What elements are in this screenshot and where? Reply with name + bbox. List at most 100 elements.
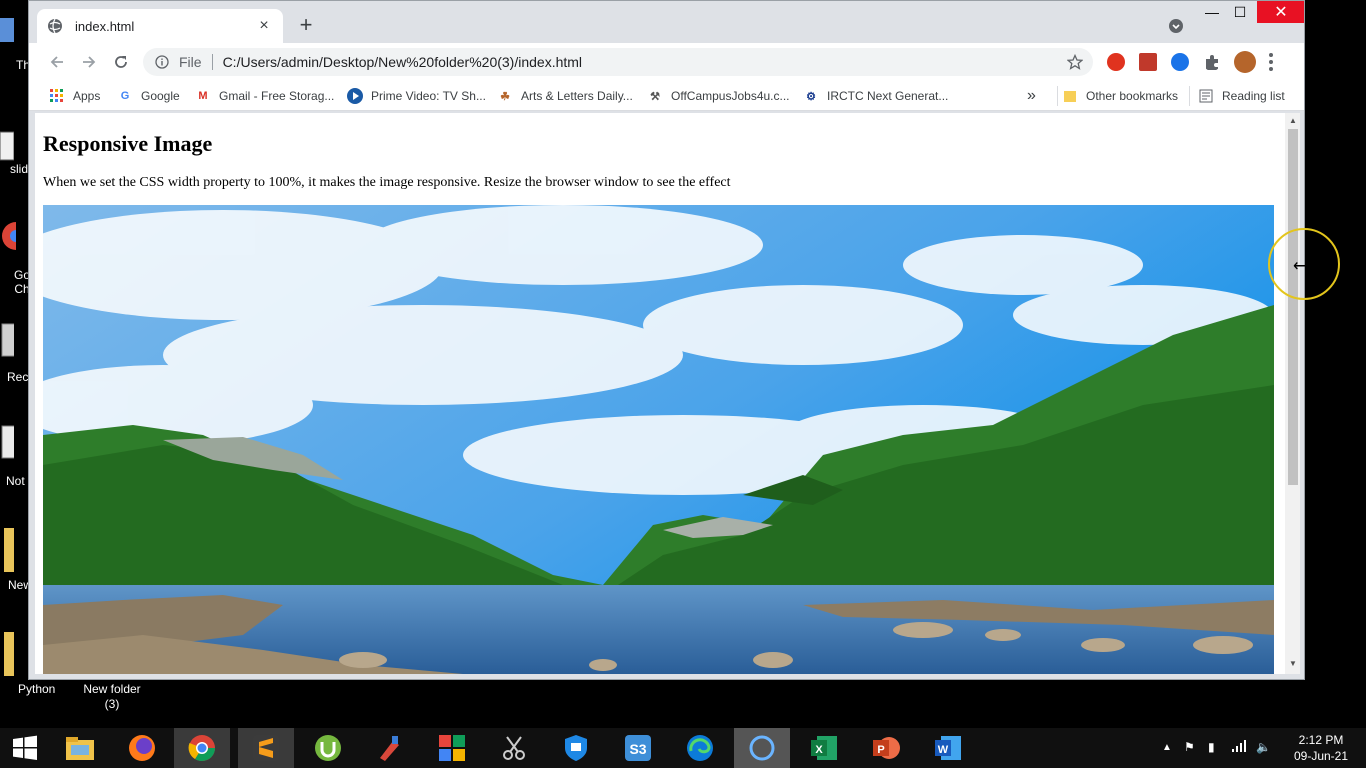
scheme-label: File bbox=[179, 54, 202, 70]
resize-cursor-icon: ⟷ bbox=[1293, 258, 1316, 275]
browser-toolbar: File C:/Users/admin/Desktop/New%20folder… bbox=[29, 43, 1304, 81]
avatar[interactable] bbox=[1234, 51, 1256, 73]
bookmark-label: Prime Video: TV Sh... bbox=[371, 89, 486, 103]
tray-expand-icon[interactable]: ▲ bbox=[1162, 742, 1172, 753]
close-window-button[interactable]: ✕ bbox=[1257, 1, 1304, 23]
firefox-icon bbox=[129, 735, 155, 761]
offcampus-icon: ⚒ bbox=[650, 90, 660, 103]
taskbar-ccleaner[interactable] bbox=[362, 728, 418, 768]
extension-book-icon[interactable] bbox=[1139, 53, 1157, 71]
taskbar-snipping[interactable] bbox=[486, 728, 542, 768]
excel-icon: X bbox=[811, 736, 837, 760]
desktop-icon-python[interactable] bbox=[0, 630, 28, 676]
desktop-label-newfolder3[interactable]: New folder (3) bbox=[80, 682, 144, 712]
start-button[interactable] bbox=[0, 728, 50, 768]
arrow-left-icon bbox=[50, 56, 63, 68]
scroll-down-icon[interactable]: ▼ bbox=[1288, 659, 1298, 669]
reading-list[interactable]: Reading list bbox=[1189, 86, 1285, 106]
desktop-icon-notes[interactable] bbox=[0, 424, 28, 464]
taskbar-clock[interactable]: 2:12 PM 09-Jun-21 bbox=[1286, 732, 1356, 764]
bookmark-offcampusjobs[interactable]: ⚒ OffCampusJobs4u.c... bbox=[647, 86, 790, 106]
arrow-right-icon bbox=[83, 56, 96, 68]
word-icon: W bbox=[935, 736, 961, 760]
menu-kebab-icon[interactable] bbox=[1269, 53, 1275, 71]
bookmark-label: Reading list bbox=[1222, 89, 1285, 103]
scissors-icon bbox=[503, 736, 525, 760]
tray-flag-icon[interactable]: ⚑ bbox=[1184, 740, 1195, 754]
shield-icon bbox=[565, 735, 587, 761]
desktop-label-slid: slid bbox=[10, 162, 29, 176]
desktop-label-notes: Not bbox=[6, 474, 25, 488]
folder-icon bbox=[4, 632, 18, 676]
bookmark-label: IRCTC Next Generat... bbox=[827, 89, 949, 103]
taskbar: S3 X P W ▲ ⚑ ▮ 🔈 2:12 PM 09-Jun-21 bbox=[0, 728, 1366, 768]
bookmarks-overflow-button[interactable]: » bbox=[1027, 86, 1036, 106]
extension-grammarly-icon[interactable] bbox=[1171, 53, 1189, 71]
taskbar-edge[interactable] bbox=[672, 728, 728, 768]
google-icon: G bbox=[120, 90, 130, 102]
new-tab-button[interactable]: + bbox=[295, 14, 317, 37]
taskbar-cortana[interactable] bbox=[734, 728, 790, 768]
tray-battery-icon[interactable]: ▮ bbox=[1208, 740, 1215, 754]
reload-button[interactable] bbox=[111, 52, 131, 72]
tab-index-html[interactable]: index.html × bbox=[37, 9, 283, 43]
taskbar-firefox[interactable] bbox=[114, 728, 170, 768]
taskbar-file-explorer[interactable] bbox=[52, 728, 108, 768]
bookmark-google[interactable]: G Google bbox=[117, 86, 180, 106]
utorrent-icon bbox=[315, 735, 341, 761]
bookmark-apps[interactable]: Apps bbox=[49, 86, 100, 106]
bookmark-prime-video[interactable]: Prime Video: TV Sh... bbox=[347, 86, 486, 106]
bookmark-label: OffCampusJobs4u.c... bbox=[671, 89, 790, 103]
desktop-icon-new[interactable] bbox=[0, 526, 28, 572]
minimize-button[interactable]: — bbox=[1199, 1, 1225, 23]
taskbar-security[interactable] bbox=[548, 728, 604, 768]
tray-network-icon[interactable] bbox=[1232, 740, 1246, 755]
other-bookmarks[interactable]: Other bookmarks bbox=[1057, 86, 1178, 106]
taskbar-powerpoint[interactable]: P bbox=[858, 728, 914, 768]
vertical-scrollbar[interactable]: ▲ ▼ bbox=[1285, 113, 1300, 674]
bookmark-label: Apps bbox=[73, 89, 101, 103]
url-text[interactable]: C:/Users/admin/Desktop/New%20folder%20(3… bbox=[223, 54, 1067, 70]
bookmarks-bar: Apps G Google M Gmail - Free Storag... P… bbox=[29, 81, 1304, 111]
clock-date: 09-Jun-21 bbox=[1293, 749, 1349, 763]
star-icon[interactable] bbox=[1067, 54, 1083, 70]
edge-icon bbox=[687, 735, 713, 761]
svg-text:W: W bbox=[938, 744, 949, 756]
info-icon[interactable] bbox=[155, 55, 169, 69]
tray-volume-icon[interactable]: 🔈 bbox=[1256, 740, 1271, 754]
tab-close-icon[interactable]: × bbox=[255, 17, 273, 35]
bookmark-arts-letters[interactable]: ☘ Arts & Letters Daily... bbox=[497, 86, 633, 106]
taskbar-app-grid[interactable] bbox=[424, 728, 480, 768]
page-viewport[interactable]: Responsive Image When we set the CSS wid… bbox=[35, 113, 1285, 674]
taskbar-chrome[interactable] bbox=[174, 728, 230, 768]
maximize-button[interactable]: ☐ bbox=[1227, 1, 1253, 23]
globe-icon bbox=[48, 18, 62, 34]
taskbar-utorrent[interactable] bbox=[300, 728, 356, 768]
address-bar[interactable]: File C:/Users/admin/Desktop/New%20folder… bbox=[143, 48, 1093, 76]
slides-icon bbox=[0, 131, 15, 161]
tab-search-icon[interactable] bbox=[1168, 18, 1184, 34]
taskbar-s3[interactable]: S3 bbox=[610, 728, 666, 768]
desktop-icon-chrome[interactable] bbox=[0, 218, 30, 258]
scroll-up-icon[interactable]: ▲ bbox=[1288, 116, 1298, 126]
bookmark-label: Arts & Letters Daily... bbox=[521, 89, 633, 103]
taskbar-word[interactable]: W bbox=[920, 728, 976, 768]
forward-button[interactable] bbox=[79, 52, 99, 72]
bookmark-label: Google bbox=[141, 89, 180, 103]
desktop-icon-th[interactable] bbox=[0, 14, 28, 54]
bookmark-irctc[interactable]: ⚙ IRCTC Next Generat... bbox=[803, 86, 948, 106]
bookmark-gmail[interactable]: M Gmail - Free Storag... bbox=[195, 86, 334, 106]
prime-video-icon bbox=[347, 88, 363, 104]
windows-logo-icon bbox=[13, 735, 37, 760]
taskbar-sublime[interactable] bbox=[238, 728, 294, 768]
taskbar-excel[interactable]: X bbox=[796, 728, 852, 768]
desktop-label-recycle: Rec bbox=[7, 370, 29, 384]
desktop-icon-recycle[interactable] bbox=[0, 318, 28, 358]
chrome-icon bbox=[2, 222, 30, 250]
back-button[interactable] bbox=[47, 52, 67, 72]
puzzle-icon[interactable] bbox=[1203, 53, 1221, 71]
chrome-icon bbox=[188, 735, 216, 762]
scrollbar-thumb[interactable] bbox=[1288, 129, 1298, 485]
extension-red-icon[interactable] bbox=[1107, 53, 1125, 71]
file-icon bbox=[0, 18, 14, 42]
